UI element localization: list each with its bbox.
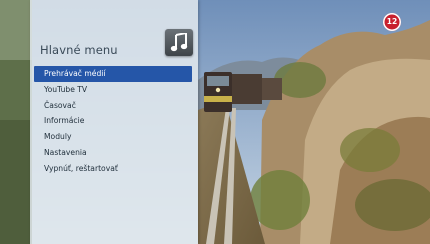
menu-item-power[interactable]: Vypnúť, reštartovať — [34, 161, 192, 177]
menu-item-modules[interactable]: Moduly — [34, 129, 192, 145]
menu-title: Hlavné menu — [40, 43, 118, 57]
menu-list: Prehrávač médií YouTube TV Časovač Infor… — [34, 66, 192, 177]
age-rating-badge: 12 — [383, 13, 401, 31]
menu-item-timer[interactable]: Časovač — [34, 98, 192, 114]
menu-item-settings[interactable]: Nastavenia — [34, 145, 192, 161]
tv-screen: Hlavné menu Prehrávač médií YouTube TV Č… — [0, 0, 430, 244]
music-note-icon — [165, 29, 193, 56]
menu-item-media-player[interactable]: Prehrávač médií — [34, 66, 192, 82]
menu-item-information[interactable]: Informácie — [34, 113, 192, 129]
main-menu-panel: Hlavné menu Prehrávač médií YouTube TV Č… — [30, 0, 198, 244]
menu-item-youtube-tv[interactable]: YouTube TV — [34, 82, 192, 98]
